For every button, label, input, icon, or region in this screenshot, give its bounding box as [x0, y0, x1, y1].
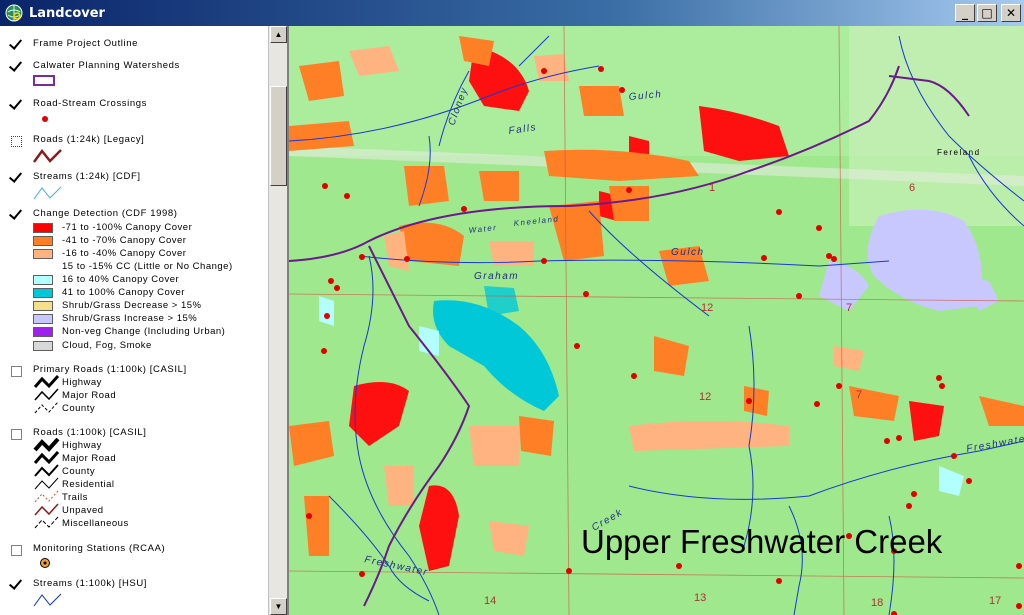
section-number: 12 [701, 302, 713, 314]
legend-swatch [33, 275, 53, 285]
checkbox-unchecked-icon[interactable] [11, 136, 22, 147]
road-type-label: Highway [62, 440, 102, 451]
road-type-label: Major Road [62, 390, 117, 401]
section-number: 17 [989, 595, 1001, 607]
road-line-icon [33, 148, 62, 163]
legend-class-label: 16 to 40% Canopy Cover [62, 274, 180, 285]
close-button[interactable]: ✕ [1001, 4, 1021, 22]
legend-swatch [33, 341, 53, 351]
polygon-outline-icon [33, 75, 55, 86]
window-title: Landcover [29, 5, 105, 21]
road-type-label: Miscellaneous [62, 518, 129, 529]
section-number: 12 [699, 391, 711, 403]
layer-label: Road-Stream Crossings [33, 98, 147, 109]
scroll-thumb[interactable] [270, 86, 287, 186]
road-type-label: Unpaved [62, 505, 104, 516]
legend-swatch [33, 223, 53, 233]
checkbox-unchecked-icon[interactable] [11, 366, 22, 377]
red-dot-icon [42, 116, 48, 122]
checkbox-checked-icon[interactable] [10, 172, 22, 184]
minimize-button[interactable]: _ [955, 4, 975, 22]
section-number: 14 [484, 595, 496, 607]
road-symbols-icon [33, 438, 60, 529]
checkbox-checked-icon[interactable] [10, 209, 22, 221]
road-type-label: Trails [62, 492, 88, 503]
stream-line-icon [33, 593, 62, 607]
map-label-fereland: Fereland [937, 148, 981, 157]
layer-label: Frame Project Outline [33, 38, 138, 49]
road-type-label: Major Road [62, 453, 117, 464]
scroll-up-icon[interactable]: ▲ [270, 26, 287, 43]
section-number: 7 [856, 389, 862, 401]
checkbox-checked-icon[interactable] [10, 99, 22, 111]
map-view[interactable]: Falls Gulch Graham Gulch Freshwater Fres… [289, 26, 1024, 615]
legend-class-label: Cloud, Fog, Smoke [62, 340, 152, 351]
checkbox-unchecked-icon[interactable] [11, 545, 22, 556]
legend-class-label: 41 to 100% Canopy Cover [62, 287, 185, 298]
title-bar: Landcover _ □ ✕ [0, 0, 1024, 26]
layer-label: Change Detection (CDF 1998) [33, 208, 178, 219]
legend-class-label: -41 to -70% Canopy Cover [62, 235, 187, 246]
legend-swatch [33, 314, 53, 324]
layer-label: Calwater Planning Watersheds [33, 60, 180, 71]
layer-label: Primary Roads (1:100k) [CASIL] [33, 364, 187, 375]
layer-label: Roads (1:100k) [CASIL] [33, 427, 147, 438]
checkbox-unchecked-icon[interactable] [11, 429, 22, 440]
map-title: Upper Freshwater Creek [581, 523, 943, 560]
station-marker-icon [40, 558, 50, 568]
road-type-label: County [62, 466, 96, 477]
layer-label: Streams (1:100k) [HSU] [33, 578, 148, 589]
checkbox-checked-icon[interactable] [10, 61, 22, 73]
legend-swatch [33, 301, 53, 311]
legend-class-label: -71 to -100% Canopy Cover [62, 222, 193, 233]
map-label-graham: Graham [474, 271, 519, 282]
checkbox-checked-icon[interactable] [10, 39, 22, 51]
legend-panel: Frame Project Outline Calwater Planning … [0, 26, 289, 615]
globe-app-icon [5, 4, 23, 22]
layer-label: Monitoring Stations (RCAA) [33, 543, 166, 554]
legend-class-label: 15 to -15% CC (Little or No Change) [62, 261, 233, 272]
legend-class-label: -16 to -40% Canopy Cover [62, 248, 187, 259]
road-type-label: County [62, 403, 96, 414]
legend-swatch [33, 288, 53, 298]
layer-label: Streams (1:24k) [CDF] [33, 171, 141, 182]
road-type-label: Highway [62, 377, 102, 388]
layer-change-detection[interactable]: Change Detection (CDF 1998) -71 to -100%… [0, 208, 268, 358]
scroll-down-icon[interactable]: ▼ [270, 598, 287, 615]
section-number: 7 [846, 302, 852, 314]
legend-swatch [33, 327, 53, 337]
section-number: 13 [694, 592, 706, 604]
legend-scrollbar[interactable]: ▲ ▼ [268, 26, 287, 615]
section-number: 6 [909, 182, 915, 194]
legend-class-label: Non-veg Change (Including Urban) [62, 326, 226, 337]
road-symbols-icon [33, 375, 60, 414]
legend-class-label: Shrub/Grass Decrease > 15% [62, 300, 202, 311]
road-type-label: Residential [62, 479, 115, 490]
section-number: 1 [709, 182, 715, 194]
maximize-button[interactable]: □ [977, 4, 997, 22]
legend-swatch [33, 249, 53, 259]
map-label-gulch-2: Gulch [671, 247, 705, 258]
section-number: 18 [871, 597, 883, 609]
checkbox-checked-icon[interactable] [10, 579, 22, 591]
layer-label: Roads (1:24k) [Legacy] [33, 134, 145, 145]
legend-swatch [33, 236, 53, 246]
stream-line-icon [33, 186, 62, 200]
legend-class-label: Shrub/Grass Increase > 15% [62, 313, 198, 324]
